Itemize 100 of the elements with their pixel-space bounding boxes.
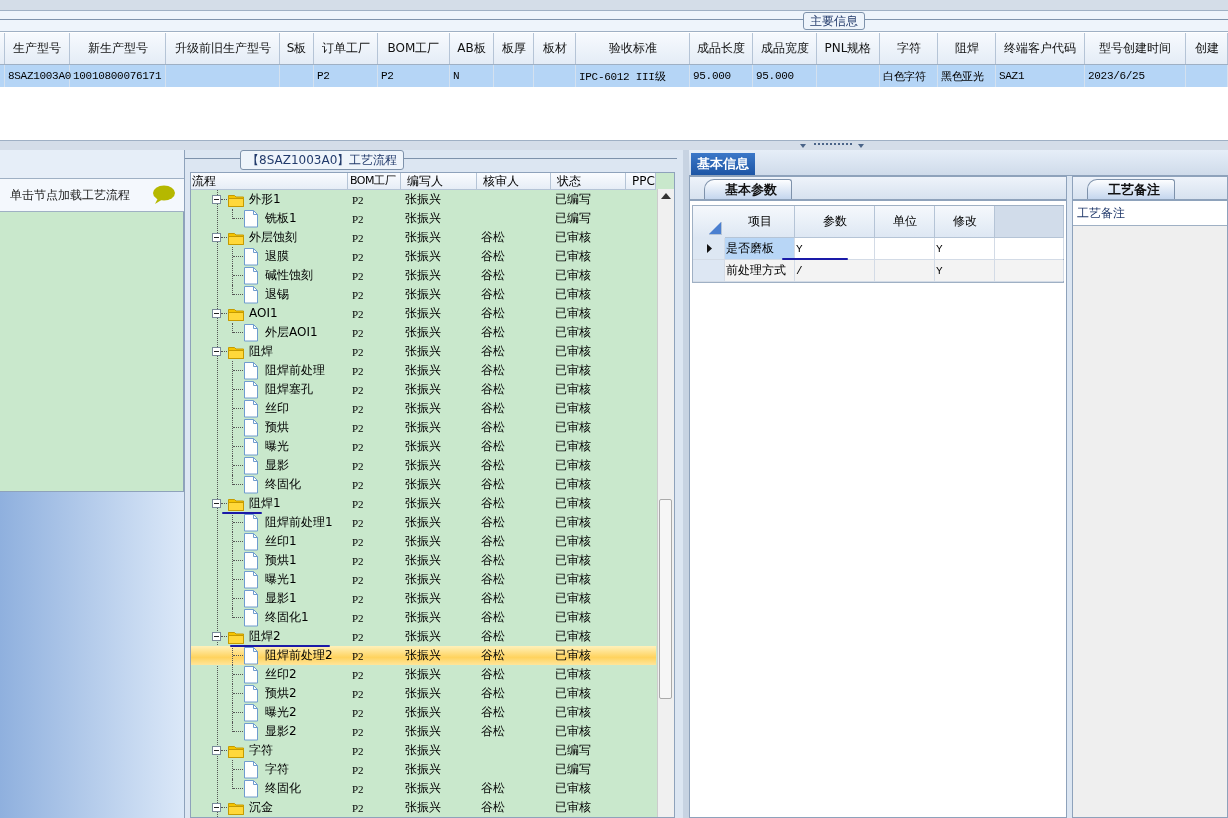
table-row[interactable]: 是否磨板 Y Y <box>693 238 1063 260</box>
column-header[interactable]: 阻焊 <box>938 33 996 64</box>
tree-row[interactable]: 外层蚀刻 P2 张振兴 谷松 已审核 <box>191 228 656 247</box>
table-cell-text: 已审核 <box>554 495 592 512</box>
column-header[interactable]: 流程 <box>191 173 348 189</box>
document-icon <box>244 362 258 380</box>
table-cell-text: 张振兴 <box>404 191 442 208</box>
table-cell-text: P2 <box>351 763 365 776</box>
document-icon <box>244 476 258 494</box>
tree-row[interactable]: 丝印 P2 张振兴 谷松 已审核 <box>191 399 656 418</box>
tree-node-label: 终固化1 <box>265 609 309 626</box>
table-cell-text: 已审核 <box>554 438 592 455</box>
tree-row[interactable]: 字符 P2 张振兴 已编写 <box>191 760 656 779</box>
tree-row[interactable]: 退锡 P2 张振兴 谷松 已审核 <box>191 285 656 304</box>
scrollbar-thumb[interactable] <box>659 499 672 699</box>
table-cell-text: 已审核 <box>554 609 592 626</box>
collapse-icon[interactable] <box>212 632 221 641</box>
collapse-icon[interactable] <box>212 746 221 755</box>
column-header[interactable]: 状态 <box>551 173 626 189</box>
table-cell-text: P2 <box>351 402 365 415</box>
tree-node-label: 退锡 <box>265 286 289 303</box>
table-cell-text: 谷松 <box>480 495 506 512</box>
tree-row[interactable]: 曝光2 P2 张振兴 谷松 已审核 <box>191 703 656 722</box>
column-header[interactable]: 板材 <box>534 33 576 64</box>
column-header[interactable]: 编写人 <box>401 173 477 189</box>
tab[interactable]: 工艺备注 <box>1087 179 1175 199</box>
table-cell-text: 已审核 <box>554 533 592 550</box>
collapse-icon[interactable] <box>212 195 221 204</box>
column-header[interactable]: 板厚 <box>494 33 534 64</box>
tree-row[interactable]: 沉金 P2 张振兴 谷松 已审核 <box>191 798 656 817</box>
tree-node-label: 阻焊塞孔 <box>265 381 313 398</box>
document-icon <box>244 761 258 779</box>
column-header[interactable]: 创建 <box>1186 33 1228 64</box>
table-cell-text: P2 <box>351 497 365 510</box>
column-header[interactable]: PNL规格 <box>817 33 880 64</box>
collapse-icon[interactable] <box>212 309 221 318</box>
table-cell-text: P2 <box>351 421 365 434</box>
collapse-icon[interactable] <box>212 499 221 508</box>
table-row[interactable]: 8SAZ1003A0 10010800076171 P2 P2 N IPC-6012 III级 95.000 95.000 白色字符 黑色亚光 SAZ1 2023/6/25 <box>0 65 1228 87</box>
table-cell-text: 已审核 <box>554 362 592 379</box>
column-header[interactable]: AB板 <box>450 33 494 64</box>
table-cell-text: P2 <box>351 668 365 681</box>
tab[interactable]: 基本参数 <box>704 179 792 199</box>
tree-row[interactable]: 阻焊前处理 P2 张振兴 谷松 已审核 <box>191 361 656 380</box>
collapse-icon[interactable] <box>212 347 221 356</box>
tree-row[interactable]: 字符 P2 张振兴 已编写 <box>191 741 656 760</box>
tree-row[interactable]: 外层AOI1 P2 张振兴 谷松 已审核 <box>191 323 656 342</box>
table-cell: 2023/6/25 <box>1085 65 1186 87</box>
tree-row[interactable]: 终固化 P2 张振兴 谷松 已审核 <box>191 779 656 798</box>
column-header[interactable]: 生产型号 <box>5 33 70 64</box>
tree-row[interactable]: 终固化1 P2 张振兴 谷松 已审核 <box>191 608 656 627</box>
column-header[interactable]: 成品宽度 <box>753 33 817 64</box>
table-cell: P2 <box>314 65 378 87</box>
column-header[interactable]: 验收标准 <box>576 33 690 64</box>
column-header[interactable]: BOM工厂 <box>378 33 450 64</box>
column-header[interactable]: 型号创建时间 <box>1085 33 1186 64</box>
tree-row[interactable]: 阻焊2 P2 张振兴 谷松 已审核 <box>191 627 656 646</box>
table-cell-text: P2 <box>351 250 365 263</box>
tree-row[interactable]: 阻焊塞孔 P2 张振兴 谷松 已审核 <box>191 380 656 399</box>
tree-row[interactable]: 丝印2 P2 张振兴 谷松 已审核 <box>191 665 656 684</box>
column-header[interactable]: PPC <box>626 173 656 189</box>
column-header[interactable]: 终端客户代码 <box>996 33 1085 64</box>
tree-row[interactable]: 碱性蚀刻 P2 张振兴 谷松 已审核 <box>191 266 656 285</box>
table-row[interactable]: 前处理方式 / Y <box>693 260 1063 282</box>
collapse-icon[interactable] <box>212 233 221 242</box>
tree-row[interactable]: 阻焊 P2 张振兴 谷松 已审核 <box>191 342 656 361</box>
column-header[interactable]: 核审人 <box>477 173 551 189</box>
tree-row[interactable]: 退膜 P2 张振兴 谷松 已审核 <box>191 247 656 266</box>
collapse-icon[interactable] <box>212 803 221 812</box>
column-header[interactable]: 升级前旧生产型号 <box>166 33 280 64</box>
column-header[interactable]: 字符 <box>880 33 938 64</box>
tree-row[interactable]: 终固化 P2 张振兴 谷松 已审核 <box>191 475 656 494</box>
tree-row[interactable]: 曝光 P2 张振兴 谷松 已审核 <box>191 437 656 456</box>
tree-node-label: 预烘2 <box>265 685 297 702</box>
table-cell: Y <box>935 260 995 281</box>
tree-row[interactable]: 显影1 P2 张振兴 谷松 已审核 <box>191 589 656 608</box>
column-header[interactable]: 新生产型号 <box>70 33 166 64</box>
table-cell-text: P2 <box>351 744 365 757</box>
tree-row[interactable]: AOI1 P2 张振兴 谷松 已审核 <box>191 304 656 323</box>
tree-row[interactable]: 预烘2 P2 张振兴 谷松 已审核 <box>191 684 656 703</box>
tree-row[interactable]: 曝光1 P2 张振兴 谷松 已审核 <box>191 570 656 589</box>
tree-row[interactable]: 丝印1 P2 张振兴 谷松 已审核 <box>191 532 656 551</box>
tree-node-label: 曝光2 <box>265 704 297 721</box>
column-header[interactable]: 成品长度 <box>690 33 753 64</box>
column-header[interactable]: S板 <box>280 33 314 64</box>
tab[interactable]: 基本信息 <box>691 153 755 175</box>
table-cell-text: 谷松 <box>480 666 506 683</box>
tree-row[interactable]: 外形1 P2 张振兴 已编写 <box>191 190 656 209</box>
folder-icon <box>228 192 245 207</box>
tree-node-label: 丝印1 <box>265 533 297 550</box>
tree-row[interactable]: 阻焊前处理2 P2 张振兴 谷松 已审核 <box>191 646 656 665</box>
tree-row[interactable]: 预烘1 P2 张振兴 谷松 已审核 <box>191 551 656 570</box>
table-cell-text: 张振兴 <box>404 476 442 493</box>
tree-row[interactable]: 铣板1 P2 张振兴 已编写 <box>191 209 656 228</box>
tree-row[interactable]: 阻焊1 P2 张振兴 谷松 已审核 <box>191 494 656 513</box>
tree-row[interactable]: 预烘 P2 张振兴 谷松 已审核 <box>191 418 656 437</box>
tree-row[interactable]: 显影 P2 张振兴 谷松 已审核 <box>191 456 656 475</box>
column-header[interactable]: 订单工厂 <box>314 33 378 64</box>
tree-row[interactable]: 显影2 P2 张振兴 谷松 已审核 <box>191 722 656 741</box>
column-header[interactable]: BOM工厂 <box>348 173 401 189</box>
